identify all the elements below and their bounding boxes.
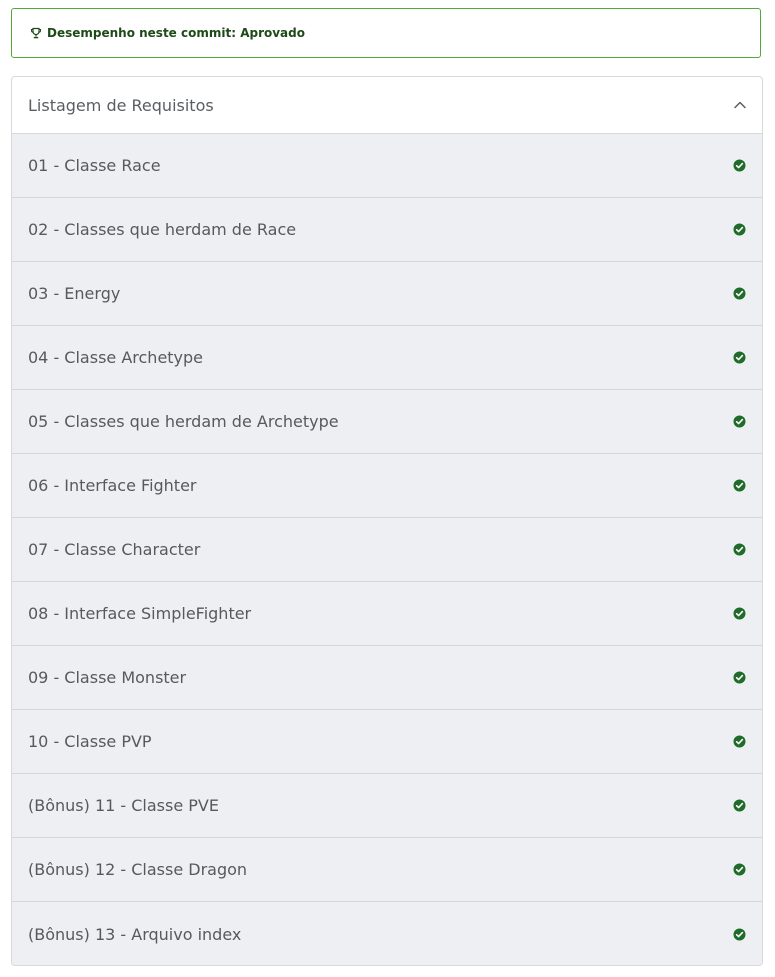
- check-circle-icon: [733, 287, 746, 300]
- requirement-item: 09 - Classe Monster: [12, 646, 762, 710]
- requirement-item: 03 - Energy: [12, 262, 762, 326]
- check-circle-icon: [733, 223, 746, 236]
- requirement-item: (Bônus) 13 - Arquivo index: [12, 902, 762, 965]
- requirement-label: 09 - Classe Monster: [28, 668, 187, 687]
- requirement-label: 05 - Classes que herdam de Archetype: [28, 412, 339, 431]
- requirements-list: 01 - Classe Race 02 - Classes que herdam…: [12, 134, 762, 965]
- requirement-label: 06 - Interface Fighter: [28, 476, 197, 495]
- check-circle-icon: [733, 607, 746, 620]
- requirement-label: 08 - Interface SimpleFighter: [28, 604, 252, 623]
- check-circle-icon: [733, 543, 746, 556]
- check-circle-icon: [733, 735, 746, 748]
- requirement-item: 07 - Classe Character: [12, 518, 762, 582]
- banner-text: Desempenho neste commit: Aprovado: [47, 26, 305, 40]
- requirement-item: (Bônus) 12 - Classe Dragon: [12, 838, 762, 902]
- requirement-item: 02 - Classes que herdam de Race: [12, 198, 762, 262]
- requirement-item: 05 - Classes que herdam de Archetype: [12, 390, 762, 454]
- check-circle-icon: [733, 928, 746, 941]
- requirement-label: 10 - Classe PVP: [28, 732, 152, 751]
- performance-banner: Desempenho neste commit: Aprovado: [11, 8, 761, 58]
- requirement-label: 02 - Classes que herdam de Race: [28, 220, 297, 239]
- requirements-card: Listagem de Requisitos 01 - Classe Race …: [11, 76, 763, 966]
- requirement-item: 10 - Classe PVP: [12, 710, 762, 774]
- check-circle-icon: [733, 671, 746, 684]
- requirement-label: 03 - Energy: [28, 284, 121, 303]
- requirement-item: 08 - Interface SimpleFighter: [12, 582, 762, 646]
- requirement-label: (Bônus) 11 - Classe PVE: [28, 796, 219, 815]
- requirement-label: (Bônus) 12 - Classe Dragon: [28, 860, 248, 879]
- requirement-label: (Bônus) 13 - Arquivo index: [28, 924, 242, 944]
- check-circle-icon: [733, 799, 746, 812]
- requirement-item: 04 - Classe Archetype: [12, 326, 762, 390]
- check-circle-icon: [733, 863, 746, 876]
- requirement-label: 07 - Classe Character: [28, 540, 201, 559]
- check-circle-icon: [733, 415, 746, 428]
- check-circle-icon: [733, 159, 746, 172]
- chevron-up-icon[interactable]: [732, 97, 748, 113]
- check-circle-icon: [733, 479, 746, 492]
- trophy-icon: [30, 27, 42, 39]
- requirement-item: 01 - Classe Race: [12, 134, 762, 198]
- requirement-item: (Bônus) 11 - Classe PVE: [12, 774, 762, 838]
- requirement-item: 06 - Interface Fighter: [12, 454, 762, 518]
- requirement-label: 01 - Classe Race: [28, 156, 161, 175]
- check-circle-icon: [733, 351, 746, 364]
- requirements-title: Listagem de Requisitos: [28, 95, 214, 115]
- requirement-label: 04 - Classe Archetype: [28, 348, 204, 367]
- requirements-header[interactable]: Listagem de Requisitos: [12, 77, 762, 134]
